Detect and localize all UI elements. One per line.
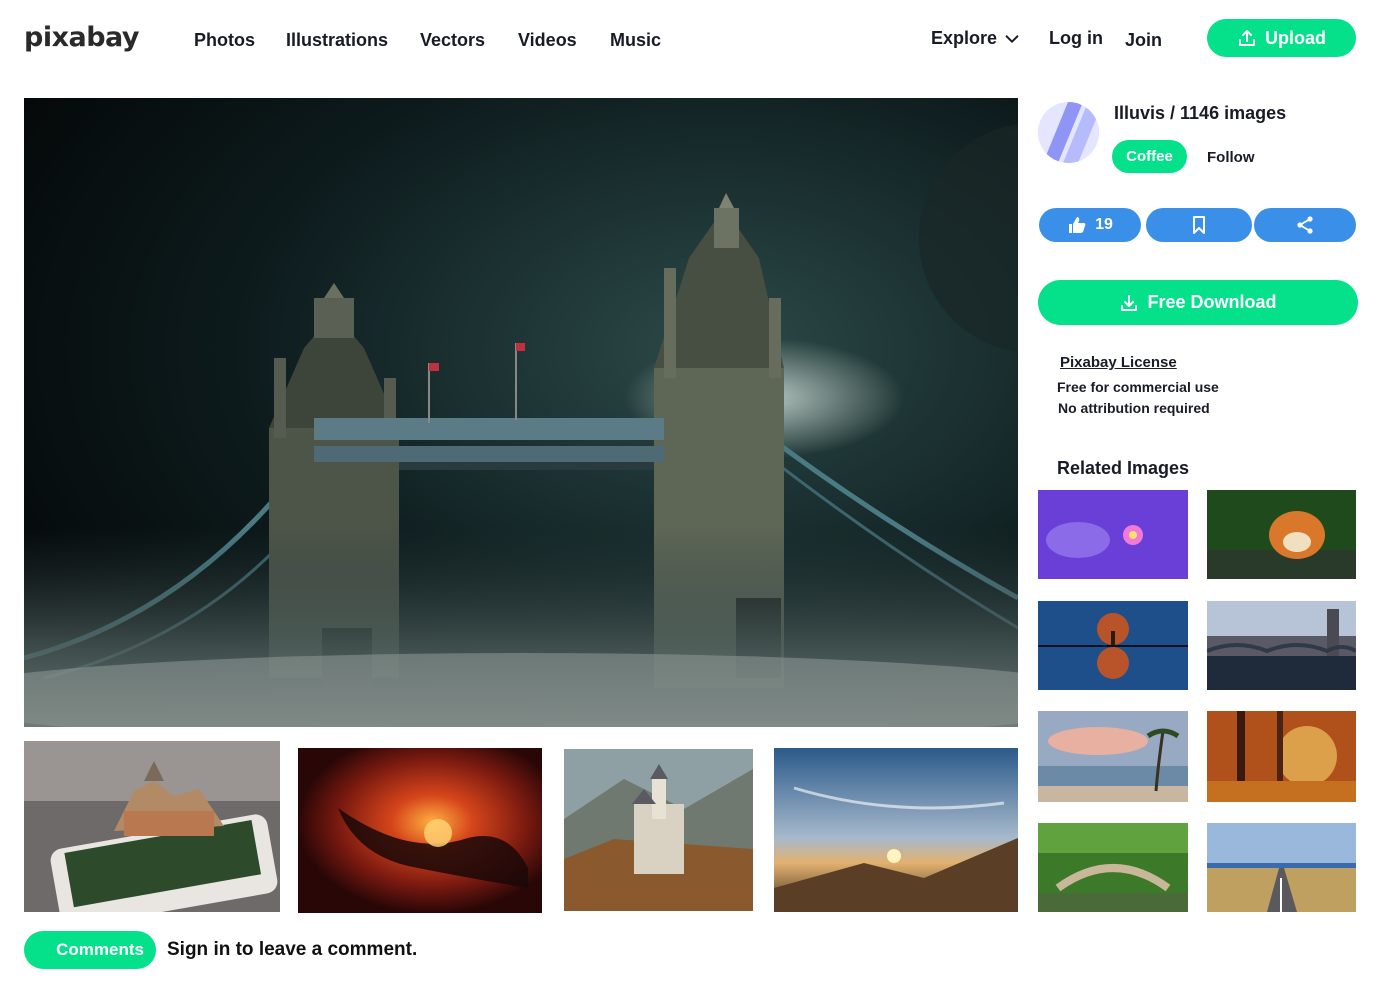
related-image-garden-bridge[interactable] — [1038, 823, 1188, 912]
license-commercial-text: Free for commercial use — [1057, 379, 1219, 395]
nav-illustrations[interactable]: Illustrations — [286, 30, 388, 51]
nav-music[interactable]: Music — [610, 30, 661, 51]
save-button[interactable] — [1146, 208, 1252, 242]
related-image-waterlily[interactable] — [1038, 490, 1188, 579]
free-download-button[interactable]: Free Download — [1038, 280, 1358, 325]
related-image-tiger[interactable] — [1207, 490, 1356, 579]
explore-label: Explore — [931, 28, 998, 48]
thumbs-up-icon — [1069, 217, 1086, 233]
nav-photos[interactable]: Photos — [194, 30, 255, 51]
comment-signin-prompt[interactable]: Sign in to leave a comment. — [167, 939, 417, 961]
like-count: 19 — [1095, 216, 1113, 233]
related-image-road[interactable] — [1207, 823, 1356, 912]
join-link[interactable]: Join — [1125, 30, 1162, 51]
main-photo[interactable] — [24, 98, 1018, 727]
coffee-button[interactable]: Coffee — [1112, 140, 1187, 173]
thumb-castle-phone[interactable] — [24, 741, 280, 912]
comments-button[interactable]: Comments — [24, 931, 156, 969]
free-download-label: Free Download — [1147, 292, 1277, 312]
thumb-sunset-mountains[interactable] — [774, 748, 1018, 912]
related-images-heading: Related Images — [1057, 458, 1190, 478]
thumb-nebula[interactable] — [298, 748, 542, 913]
follow-button[interactable]: Follow — [1207, 149, 1255, 166]
license-link[interactable]: Pixabay License — [1060, 354, 1177, 371]
bookmark-icon — [1193, 216, 1205, 234]
upload-icon — [1239, 30, 1255, 46]
upload-button[interactable]: Upload — [1207, 19, 1356, 57]
thumb-neuschwanstein[interactable] — [564, 749, 753, 911]
share-button[interactable] — [1254, 208, 1356, 242]
license-attribution-text: No attribution required — [1058, 400, 1210, 416]
pixabay-logo[interactable]: pixabay — [24, 22, 140, 53]
related-image-tree-reflection[interactable] — [1038, 601, 1188, 690]
related-image-beach-palm[interactable] — [1038, 711, 1188, 802]
chevron-down-icon — [1005, 34, 1019, 43]
like-button[interactable]: 19 — [1039, 208, 1141, 242]
upload-label: Upload — [1265, 27, 1326, 48]
avatar[interactable] — [1038, 102, 1099, 163]
author-name-and-count[interactable]: Illuvis / 1146 images — [1114, 103, 1286, 124]
explore-menu[interactable]: Explore — [931, 28, 1021, 49]
related-image-westminster[interactable] — [1207, 601, 1356, 690]
related-image-autumn-forest[interactable] — [1207, 711, 1356, 802]
share-icon — [1297, 216, 1313, 234]
download-icon — [1121, 294, 1138, 311]
nav-videos[interactable]: Videos — [518, 30, 577, 51]
login-link[interactable]: Log in — [1049, 28, 1103, 49]
nav-vectors[interactable]: Vectors — [420, 30, 485, 51]
